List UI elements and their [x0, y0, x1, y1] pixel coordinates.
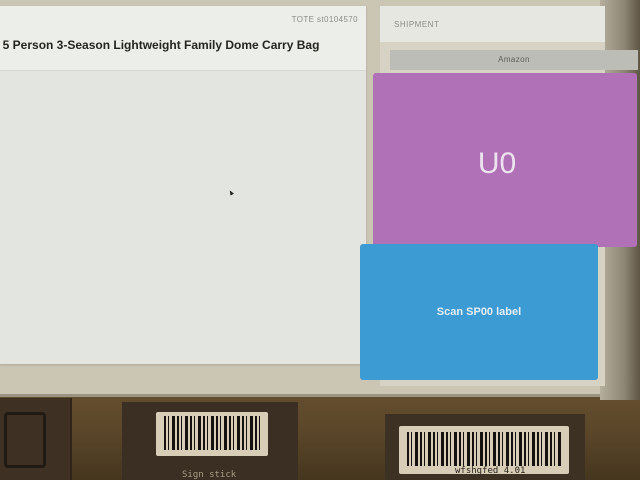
- box-label-text: Sign stick: [182, 470, 237, 480]
- box-right: wfshgfed 4.01: [385, 414, 585, 480]
- box-label-text: wfshgfed 4.01: [455, 466, 526, 476]
- shipping-label: [156, 412, 268, 456]
- shipping-label: wfshgfed 4.01: [399, 426, 569, 476]
- box-left: [0, 398, 72, 480]
- barcode-icon: [407, 432, 561, 466]
- item-header: TOTE st0104570 nt 5 Person 3-Season Ligh…: [0, 6, 366, 71]
- carrier-bar: Amazon: [390, 50, 638, 70]
- carrier-label: Amazon: [498, 55, 530, 64]
- item-title: nt 5 Person 3-Season Lightweight Family …: [0, 38, 320, 52]
- box-middle: Sign stick: [122, 402, 298, 480]
- box-print-logo: [4, 412, 46, 468]
- scan-prompt: Scan SP00 label: [436, 306, 522, 318]
- zone-tile[interactable]: U0: [373, 73, 637, 247]
- barcode-icon: [164, 416, 260, 450]
- shipment-title: SHIPMENT: [394, 20, 440, 29]
- screen: TOTE st0104570 nt 5 Person 3-Season Ligh…: [0, 0, 638, 397]
- mouse-pointer-icon: [228, 189, 234, 196]
- item-panel: TOTE st0104570 nt 5 Person 3-Season Ligh…: [0, 6, 366, 364]
- shipment-header: SHIPMENT: [380, 6, 605, 42]
- tote-id: TOTE st0104570: [291, 15, 358, 24]
- zone-code: U0: [477, 147, 517, 180]
- scan-label-button[interactable]: Scan SP00 label: [360, 244, 598, 380]
